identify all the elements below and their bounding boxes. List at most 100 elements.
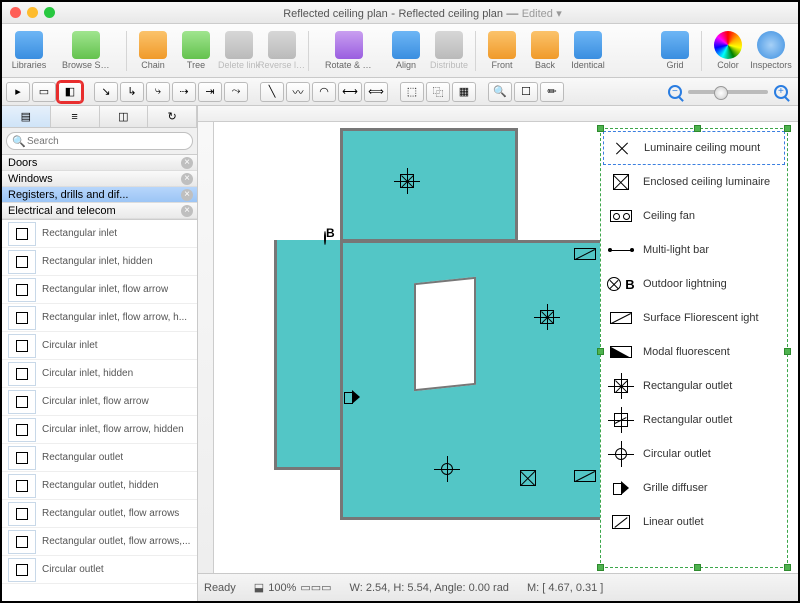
grid-button[interactable]: Grid <box>654 31 696 70</box>
legend-row[interactable]: Luminaire ceiling mount <box>603 131 785 165</box>
back-button[interactable]: Back <box>524 31 566 70</box>
category-item[interactable]: Doors× <box>2 155 197 171</box>
shape-item[interactable]: Circular inlet, flow arrow, hidden <box>2 416 197 444</box>
legend-symbol <box>607 341 635 363</box>
legend-row[interactable]: Surface Fliorescent ight <box>603 301 785 335</box>
close-icon[interactable]: × <box>181 189 193 201</box>
legend-label: Linear outlet <box>643 516 704 529</box>
connector-5[interactable]: ⇥ <box>198 82 222 102</box>
zoom-tool[interactable]: 🔍 <box>488 82 512 102</box>
app-window: Reflected ceiling plan - Reflected ceili… <box>0 0 800 603</box>
shape-label: Rectangular outlet, hidden <box>42 480 159 491</box>
zoom-icon[interactable] <box>44 7 55 18</box>
zoom-in-icon[interactable]: + <box>774 85 788 99</box>
shape-tool[interactable]: ◧ <box>58 82 82 102</box>
connector-6[interactable]: ⤳ <box>224 82 248 102</box>
close-icon[interactable] <box>10 7 21 18</box>
shape-item[interactable]: Rectangular inlet, hidden <box>2 248 197 276</box>
note-tool[interactable]: ☐ <box>514 82 538 102</box>
connector-1[interactable]: ↘ <box>94 82 118 102</box>
legend-symbol <box>607 239 635 261</box>
zoom-out-icon[interactable]: − <box>668 85 682 99</box>
legend-row[interactable]: Linear outlet <box>603 505 785 539</box>
group-tool-3[interactable]: ▦ <box>452 82 476 102</box>
dim-tool-1[interactable]: ⟷ <box>338 82 362 102</box>
legend-row[interactable]: BOutdoor lightning <box>603 267 785 301</box>
legend-row[interactable]: Ceiling fan <box>603 199 785 233</box>
shape-item[interactable]: Rectangular outlet, flow arrows <box>2 500 197 528</box>
legend-row[interactable]: Rectangular outlet <box>603 369 785 403</box>
close-icon[interactable]: × <box>181 157 193 169</box>
close-icon[interactable]: × <box>181 173 193 185</box>
shape-thumb <box>8 250 36 274</box>
delete-link-button[interactable]: Delete link <box>218 31 260 70</box>
status-ready: Ready <box>204 582 236 594</box>
titlebar: Reflected ceiling plan - Reflected ceili… <box>2 2 798 24</box>
legend-row[interactable]: Circular outlet <box>603 437 785 471</box>
panel-tab-refresh[interactable]: ↻ <box>148 106 197 127</box>
drawing-canvas[interactable]: B Luminaire ceiling mountEnclosed ceilin… <box>214 122 798 573</box>
shape-item[interactable]: Circular outlet <box>2 556 197 584</box>
sheet-name: Reflected ceiling plan <box>398 8 503 20</box>
floor-plan[interactable]: B <box>274 128 614 558</box>
distribute-button[interactable]: Distribute <box>428 31 470 70</box>
tree-button[interactable]: Tree <box>175 31 217 70</box>
close-icon[interactable]: × <box>181 205 193 217</box>
line-tool[interactable]: ╲ <box>260 82 284 102</box>
arc-tool[interactable]: ◠ <box>312 82 336 102</box>
rotate-flip-button[interactable]: Rotate & Flip <box>314 31 384 70</box>
dim-tool-2[interactable]: ⟺ <box>364 82 388 102</box>
shape-item[interactable]: Rectangular inlet, flow arrow, h... <box>2 304 197 332</box>
legend-row[interactable]: Multi-light bar <box>603 233 785 267</box>
category-list: Doors×Windows×Registers, drills and dif.… <box>2 154 197 220</box>
group-tool-2[interactable]: ⿻ <box>426 82 450 102</box>
curve-tool[interactable]: 〰 <box>286 82 310 102</box>
reverse-link-button[interactable]: Reverse link <box>261 31 303 70</box>
shape-item[interactable]: Circular inlet, flow arrow <box>2 388 197 416</box>
shape-label: Rectangular outlet, flow arrows,... <box>42 536 190 547</box>
inspectors-button[interactable]: Inspectors <box>750 31 792 70</box>
legend-row[interactable]: Rectangular outlet <box>603 403 785 437</box>
front-button[interactable]: Front <box>481 31 523 70</box>
shape-thumb <box>8 474 36 498</box>
category-item[interactable]: Windows× <box>2 171 197 187</box>
panel-tab-3[interactable]: ◫ <box>100 106 149 127</box>
status-dimensions: W: 2.54, H: 5.54, Angle: 0.00 rad <box>350 582 509 594</box>
category-item[interactable]: Electrical and telecom× <box>2 203 197 219</box>
left-panel: ▤ ≡ ◫ ↻ 🔍 Doors×Windows×Registers, drill… <box>2 106 198 601</box>
shape-item[interactable]: Rectangular outlet, flow arrows,... <box>2 528 197 556</box>
pointer-tool[interactable]: ▸ <box>6 82 30 102</box>
category-item[interactable]: Registers, drills and dif...× <box>2 187 197 203</box>
search-input[interactable] <box>6 132 193 150</box>
shape-item[interactable]: Rectangular outlet <box>2 444 197 472</box>
connector-3[interactable]: ⤷ <box>146 82 170 102</box>
shape-list: Rectangular inletRectangular inlet, hidd… <box>2 220 197 601</box>
legend-panel[interactable]: Luminaire ceiling mountEnclosed ceiling … <box>600 128 788 568</box>
legend-row[interactable]: Grille diffuser <box>603 471 785 505</box>
panel-tab-shapes[interactable]: ▤ <box>2 106 51 127</box>
chain-button[interactable]: Chain <box>132 31 174 70</box>
shape-label: Rectangular outlet <box>42 452 123 463</box>
shape-item[interactable]: Rectangular inlet <box>2 220 197 248</box>
align-button[interactable]: Align <box>385 31 427 70</box>
shape-item[interactable]: Circular inlet <box>2 332 197 360</box>
legend-row[interactable]: Modal fluorescent <box>603 335 785 369</box>
browse-solutions-button[interactable]: Browse Solutions <box>51 31 121 70</box>
zoom-slider[interactable] <box>688 90 768 94</box>
shape-item[interactable]: Rectangular outlet, hidden <box>2 472 197 500</box>
status-zoom: ⬓ 100% ▭▭▭ <box>254 581 332 594</box>
connector-2[interactable]: ↳ <box>120 82 144 102</box>
libraries-button[interactable]: Libraries <box>8 31 50 70</box>
shape-item[interactable]: Circular inlet, hidden <box>2 360 197 388</box>
group-tool-1[interactable]: ⬚ <box>400 82 424 102</box>
color-button[interactable]: Color <box>707 31 749 70</box>
connector-4[interactable]: ⇢ <box>172 82 196 102</box>
panel-tab-2[interactable]: ≡ <box>51 106 100 127</box>
text-tool[interactable]: ✏ <box>540 82 564 102</box>
identical-button[interactable]: Identical <box>567 31 609 70</box>
minimize-icon[interactable] <box>27 7 38 18</box>
shape-item[interactable]: Rectangular inlet, flow arrow <box>2 276 197 304</box>
status-bar: Ready ⬓ 100% ▭▭▭ W: 2.54, H: 5.54, Angle… <box>198 573 798 601</box>
legend-row[interactable]: Enclosed ceiling luminaire <box>603 165 785 199</box>
rect-tool[interactable]: ▭ <box>32 82 56 102</box>
